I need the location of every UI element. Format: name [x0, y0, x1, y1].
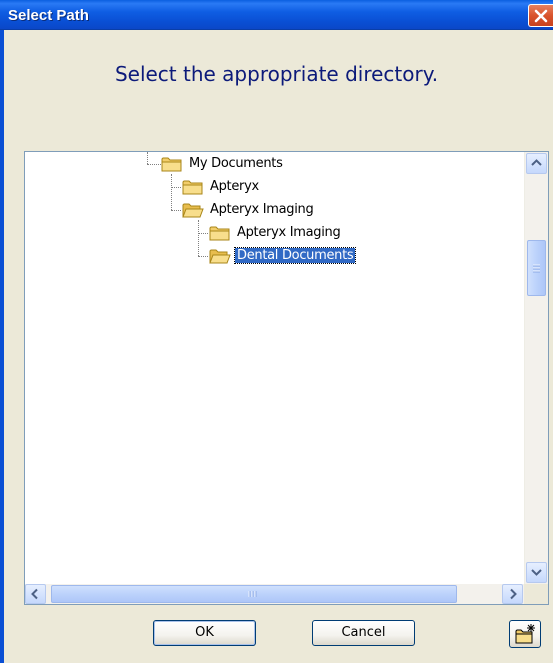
cancel-button[interactable]: Cancel	[312, 620, 415, 646]
folder-icon	[182, 180, 203, 195]
scroll-right-button[interactable]	[502, 584, 523, 604]
tree-item-apteryx-imaging-sub[interactable]: Apteryx Imaging	[209, 223, 379, 243]
tree-item-apteryx-imaging[interactable]: Apteryx Imaging	[182, 200, 352, 220]
window-title: Select Path	[8, 7, 89, 24]
dialog-heading: Select the appropriate directory.	[114, 62, 439, 86]
horizontal-scroll-thumb[interactable]	[51, 585, 457, 603]
tree-item-label: Apteryx Imaging	[237, 225, 341, 240]
scroll-up-button[interactable]	[526, 153, 547, 174]
chevron-left-icon	[31, 588, 38, 600]
close-icon	[534, 9, 548, 23]
folder-icon	[161, 157, 182, 172]
new-folder-button[interactable]	[509, 620, 541, 648]
chevron-down-icon	[531, 569, 542, 576]
tree-connector	[171, 187, 181, 188]
tree-connector	[198, 220, 199, 256]
tree-item-label: Apteryx	[210, 179, 259, 194]
grip-icon	[533, 264, 540, 273]
tree-connector	[198, 256, 208, 257]
scroll-down-button[interactable]	[526, 562, 547, 583]
directory-tree[interactable]: My Documents Apteryx Apteryx Imaging Apt…	[24, 151, 549, 605]
tree-connector	[147, 152, 148, 164]
tree-connector	[171, 174, 172, 210]
horizontal-scrollbar[interactable]	[25, 584, 524, 604]
title-bar[interactable]: Select Path	[0, 0, 553, 30]
grip-icon	[248, 591, 257, 597]
scroll-left-button[interactable]	[25, 584, 46, 604]
tree-connector	[171, 210, 181, 211]
tree-item-label: Dental Documents	[233, 247, 357, 264]
vertical-scroll-thumb[interactable]	[527, 240, 546, 296]
scrollbar-corner	[524, 584, 548, 604]
tree-connector	[198, 233, 208, 234]
folder-open-icon	[182, 203, 204, 218]
vertical-scrollbar[interactable]	[524, 152, 548, 584]
close-button[interactable]	[528, 4, 553, 27]
ok-button[interactable]: OK	[153, 620, 256, 646]
folder-open-icon	[209, 249, 231, 264]
tree-connector	[147, 164, 161, 165]
tree-item-label: My Documents	[189, 156, 283, 171]
tree-item-label: Apteryx Imaging	[210, 202, 314, 217]
chevron-right-icon	[510, 588, 517, 600]
chevron-up-icon	[531, 159, 542, 166]
tree-item-my-documents[interactable]: My Documents	[161, 154, 301, 174]
window-frame	[0, 30, 4, 663]
folder-icon	[209, 226, 230, 241]
tree-item-dental-documents[interactable]: Dental Documents	[209, 246, 389, 266]
new-folder-icon	[515, 624, 535, 644]
tree-item-apteryx[interactable]: Apteryx	[182, 177, 292, 197]
